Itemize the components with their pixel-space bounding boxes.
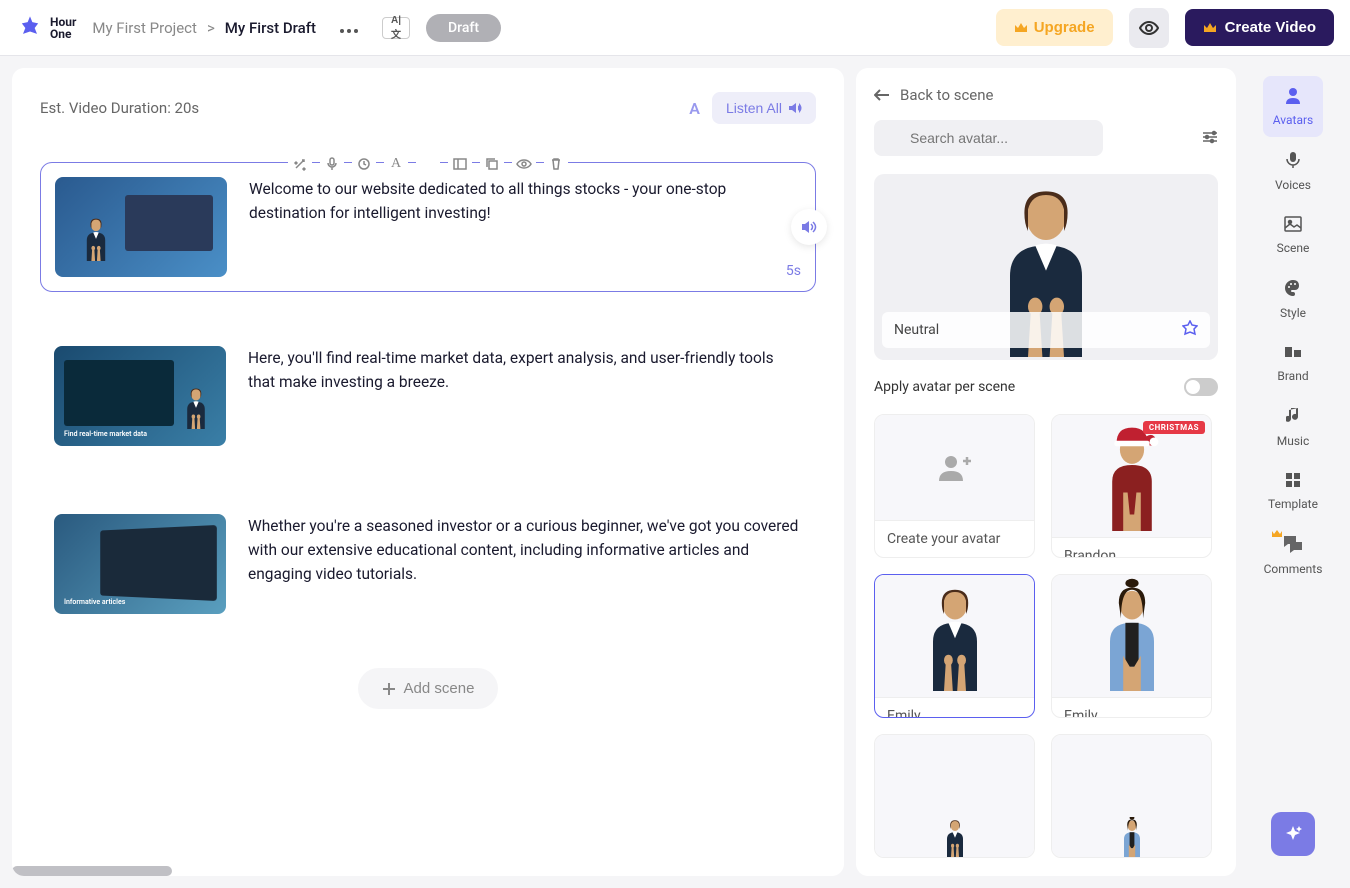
apply-per-scene-label: Apply avatar per scene (874, 379, 1015, 395)
avatar-expression-label: Neutral (894, 322, 939, 338)
listen-all-button[interactable]: Listen All (712, 92, 816, 124)
filter-button[interactable] (1202, 130, 1218, 147)
avatars-panel: Back to scene Neutral Apply avatar per s… (856, 68, 1236, 876)
rail-comments[interactable]: Comments (1263, 525, 1323, 586)
rail-brand[interactable]: Brand (1263, 334, 1323, 393)
ai-sparkle-button[interactable] (1271, 812, 1315, 856)
rail-voices[interactable]: Voices (1263, 141, 1323, 202)
logo-text: Hour One (50, 16, 76, 40)
logo[interactable]: Hour One (16, 14, 76, 42)
scene-toolbar: A (40, 152, 816, 176)
christmas-badge: CHRISTMAS (1143, 421, 1205, 434)
visibility-icon[interactable] (512, 152, 536, 176)
app-header: Hour One My First Project > My First Dra… (0, 0, 1350, 56)
crown-icon (1203, 22, 1217, 34)
create-avatar-card[interactable]: Create your avatar (874, 414, 1035, 558)
draft-badge: Draft (426, 14, 501, 42)
preview-button[interactable] (1129, 8, 1169, 48)
side-rail: Avatars Voices Scene Style Brand Music T… (1248, 68, 1338, 876)
breadcrumb-separator: > (207, 19, 215, 37)
scene-card-1[interactable]: Welcome to our website dedicated to all … (40, 162, 816, 292)
upgrade-button[interactable]: Upgrade (996, 9, 1113, 46)
rail-template[interactable]: Template (1263, 462, 1323, 521)
copy-icon[interactable] (480, 152, 504, 176)
palette-icon (1284, 279, 1302, 302)
star-icon[interactable] (1182, 320, 1198, 340)
text-icon[interactable]: A (384, 152, 408, 176)
image-icon (1284, 216, 1302, 237)
music-icon (1286, 407, 1300, 430)
breadcrumb-project[interactable]: My First Project (92, 19, 197, 37)
avatar-card-emily-suit[interactable]: Emily (874, 574, 1035, 718)
brand-icon (1284, 344, 1302, 365)
rail-style[interactable]: Style (1263, 269, 1323, 330)
scene-thumbnail: Informative articles (54, 514, 226, 614)
speaker-icon (801, 220, 817, 234)
user-plus-icon (937, 453, 973, 483)
create-video-button[interactable]: Create Video (1185, 9, 1334, 46)
rail-scene[interactable]: Scene (1263, 206, 1323, 265)
crown-icon (1014, 22, 1028, 34)
sliders-icon (1202, 130, 1218, 144)
video-duration: Est. Video Duration: 20s (40, 99, 199, 117)
more-menu-button[interactable] (332, 13, 366, 42)
scene-card-2[interactable]: Find real-time market data Here, you'll … (40, 332, 816, 460)
avatar-card-brandon[interactable]: CHRISTMAS Brandon (1051, 414, 1212, 558)
clock-icon[interactable] (352, 152, 376, 176)
layout-icon[interactable] (448, 152, 472, 176)
plus-icon (382, 682, 396, 696)
comments-icon (1283, 535, 1303, 558)
scene-thumbnail (55, 177, 227, 277)
speaker-icon (788, 102, 802, 114)
magic-icon[interactable] (288, 152, 312, 176)
breadcrumb-draft[interactable]: My First Draft (225, 19, 316, 37)
delete-icon[interactable] (544, 152, 568, 176)
arrow-left-icon (874, 89, 890, 101)
sparkle-icon (1283, 824, 1303, 844)
avatar-card-extra-2[interactable] (1051, 734, 1212, 858)
eye-icon (1139, 21, 1159, 35)
add-scene-button[interactable]: Add scene (358, 668, 499, 709)
mic-icon[interactable] (320, 152, 344, 176)
logo-icon (16, 14, 44, 42)
horizontal-scrollbar[interactable] (12, 866, 172, 876)
play-scene-button[interactable] (791, 209, 827, 245)
language-button[interactable]: A|文 (382, 17, 410, 39)
avatar-preview: Neutral (874, 174, 1218, 360)
rail-music[interactable]: Music (1263, 397, 1323, 458)
apply-per-scene-toggle[interactable] (1184, 378, 1218, 396)
scene-text[interactable]: Whether you're a seasoned investor or a … (248, 514, 802, 614)
text-style-icon[interactable]: A (689, 99, 700, 118)
scene-text[interactable]: Here, you'll find real-time market data,… (248, 346, 802, 446)
crown-icon (1271, 529, 1283, 542)
scene-duration: 5s (786, 263, 801, 279)
template-icon (1285, 472, 1301, 493)
scenes-panel: Est. Video Duration: 20s A Listen All A (12, 68, 844, 876)
more-icon (340, 29, 358, 33)
avatar-card-emily-denim[interactable]: Emily (1051, 574, 1212, 718)
rail-avatars[interactable]: Avatars (1263, 76, 1323, 137)
avatar-icon (1284, 86, 1302, 109)
scene-text[interactable]: Welcome to our website dedicated to all … (249, 177, 801, 277)
scene-card-3[interactable]: Informative articles Whether you're a se… (40, 500, 816, 628)
search-avatar-input[interactable] (874, 120, 1103, 156)
avatar-grid: Create your avatar CHRISTMAS Brandon Emi… (874, 414, 1218, 858)
scene-thumbnail: Find real-time market data (54, 346, 226, 446)
back-to-scene[interactable]: Back to scene (874, 86, 1218, 104)
avatar-card-extra-1[interactable] (874, 734, 1035, 858)
mic-icon (1286, 151, 1300, 174)
breadcrumb: My First Project > My First Draft (92, 19, 316, 37)
